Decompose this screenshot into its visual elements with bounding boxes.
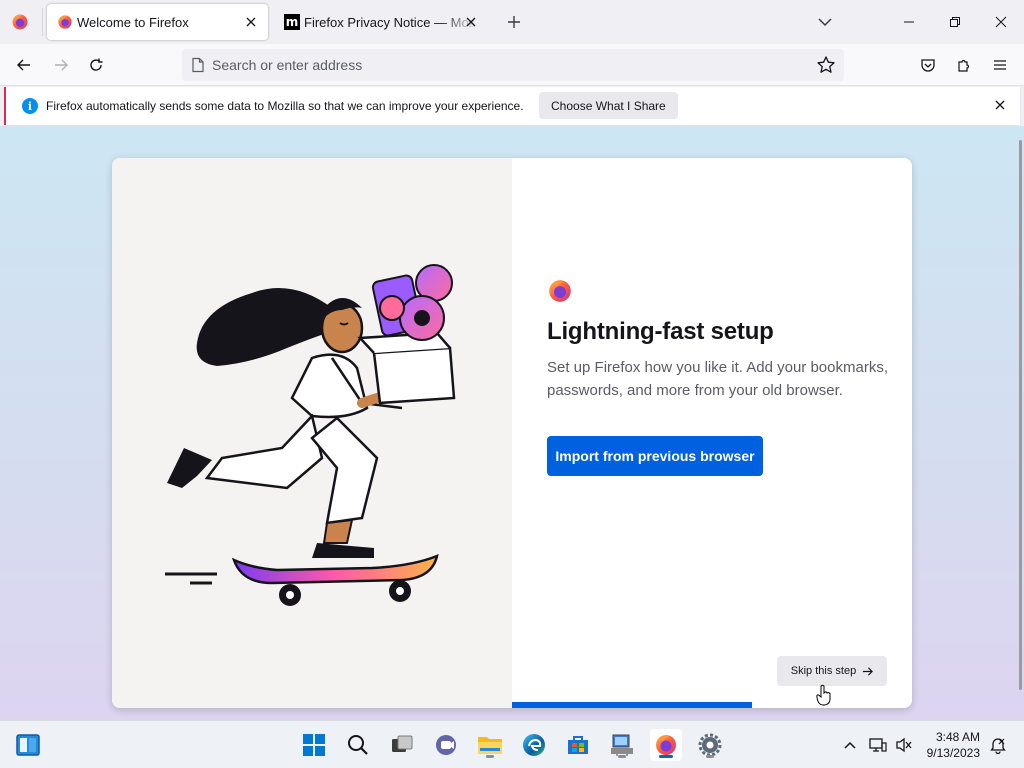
active-indicator (659, 755, 673, 758)
skateboarder-illustration (165, 264, 456, 606)
forward-button[interactable] (48, 52, 74, 78)
running-indicator (706, 755, 714, 758)
arrow-left-icon (17, 59, 30, 71)
mozilla-icon: m (284, 14, 300, 30)
notifications-button[interactable] (986, 729, 1010, 761)
app-menu-button[interactable] (987, 52, 1013, 78)
taskbar: 3:48 AM 9/13/2023 (0, 720, 1024, 768)
network-icon (869, 738, 887, 752)
pocket-icon (921, 59, 935, 72)
store-icon (568, 736, 588, 754)
widgets-button[interactable] (12, 729, 44, 761)
notification-bell-icon (990, 738, 1006, 754)
settings-button[interactable] (694, 729, 726, 761)
plus-icon (508, 16, 520, 28)
close-icon (995, 16, 1007, 28)
new-tab-button[interactable] (503, 11, 525, 33)
network-app-button[interactable] (606, 729, 638, 761)
task-view-icon (392, 735, 413, 752)
onboarding-content: Lightning-fast setup Set up Firefox how … (512, 158, 912, 708)
hamburger-menu-icon (994, 60, 1006, 70)
bookmark-star-icon[interactable] (816, 55, 836, 75)
arrow-right-icon (55, 59, 68, 71)
page-content: Lightning-fast setup Set up Firefox how … (0, 126, 1024, 720)
scrollbar[interactable] (1019, 140, 1022, 690)
close-window-button[interactable] (978, 0, 1024, 44)
notification-message: Firefox automatically sends some data to… (46, 99, 524, 113)
minimize-button[interactable] (886, 0, 932, 44)
list-all-tabs-button[interactable] (815, 12, 835, 32)
firefox-icon (656, 735, 676, 755)
navigation-toolbar (0, 44, 1024, 86)
url-input[interactable] (212, 53, 802, 77)
system-clock[interactable]: 3:48 AM 9/13/2023 (924, 729, 980, 761)
restore-button[interactable] (932, 0, 978, 44)
tab-firefox-privacy-notice[interactable]: m Firefox Privacy Notice — Mozilla (274, 4, 488, 40)
close-tab-icon[interactable] (242, 13, 260, 31)
running-indicator (618, 755, 626, 758)
back-button[interactable] (11, 52, 37, 78)
address-bar[interactable] (182, 49, 844, 81)
choose-what-i-share-button[interactable]: Choose What I Share (539, 92, 678, 119)
restore-icon (950, 17, 960, 27)
info-icon: i (22, 98, 38, 114)
onboarding-title: Lightning-fast setup (547, 318, 774, 345)
edge-button[interactable] (518, 729, 550, 761)
chat-icon (436, 735, 456, 755)
reload-icon (90, 58, 103, 71)
hand-cursor-icon (816, 684, 831, 706)
progress-fill (512, 702, 752, 708)
firefox-icon (58, 15, 72, 29)
clock-time: 3:48 AM (935, 730, 980, 744)
skip-this-step-button[interactable]: Skip this step (777, 656, 887, 686)
widgets-icon (16, 734, 40, 756)
pocket-button[interactable] (915, 52, 941, 78)
skip-label: Skip this step (790, 665, 857, 677)
chevron-down-icon (818, 18, 832, 27)
store-button[interactable] (562, 729, 594, 761)
settings-icon (698, 733, 722, 757)
onboarding-subtitle: Set up Firefox how you like it. Add your… (547, 359, 888, 399)
page-icon (192, 57, 204, 73)
running-indicator (486, 755, 494, 758)
arrow-right-icon (863, 666, 874, 676)
network-tray-button[interactable] (866, 729, 890, 761)
extensions-button[interactable] (951, 52, 977, 78)
close-notification-button[interactable] (992, 97, 1008, 113)
start-icon (303, 734, 325, 756)
puzzle-icon (958, 59, 970, 72)
volume-muted-icon (896, 737, 912, 753)
close-icon (995, 100, 1005, 110)
file-explorer-icon (478, 737, 502, 754)
onboarding-progress-bar (512, 702, 912, 708)
onboarding-card: Lightning-fast setup Set up Firefox how … (112, 158, 912, 708)
tab-title: Firefox Privacy Notice — Mozilla (304, 15, 476, 30)
search-button[interactable] (342, 729, 374, 761)
data-collection-notification: i Firefox automatically sends some data … (4, 87, 1020, 125)
firefox-view-button[interactable] (8, 10, 32, 34)
task-view-button[interactable] (386, 729, 418, 761)
edge-icon (523, 734, 545, 756)
tab-strip: Welcome to Firefox m Firefox Privacy Not… (0, 0, 1024, 44)
firefox-icon (12, 14, 28, 30)
tab-title: Welcome to Firefox (77, 15, 189, 30)
minimize-icon (904, 21, 914, 23)
file-explorer-button[interactable] (474, 729, 506, 761)
onboarding-illustration (112, 158, 512, 708)
tab-separator (42, 8, 43, 36)
firefox-taskbar-button[interactable] (650, 729, 682, 761)
show-hidden-icons-button[interactable] (838, 729, 862, 761)
chat-button[interactable] (430, 729, 462, 761)
firefox-logo-icon (549, 280, 571, 302)
search-icon (348, 735, 368, 755)
clock-date: 9/13/2023 (926, 746, 980, 760)
import-from-previous-browser-button[interactable]: Import from previous browser (547, 436, 763, 476)
volume-tray-button[interactable] (892, 729, 916, 761)
chevron-up-icon (844, 741, 856, 749)
tab-welcome-to-firefox[interactable]: Welcome to Firefox (47, 4, 268, 40)
start-button[interactable] (298, 729, 330, 761)
network-app-icon (611, 734, 633, 756)
close-tab-icon[interactable] (462, 13, 480, 31)
reload-button[interactable] (83, 52, 109, 78)
